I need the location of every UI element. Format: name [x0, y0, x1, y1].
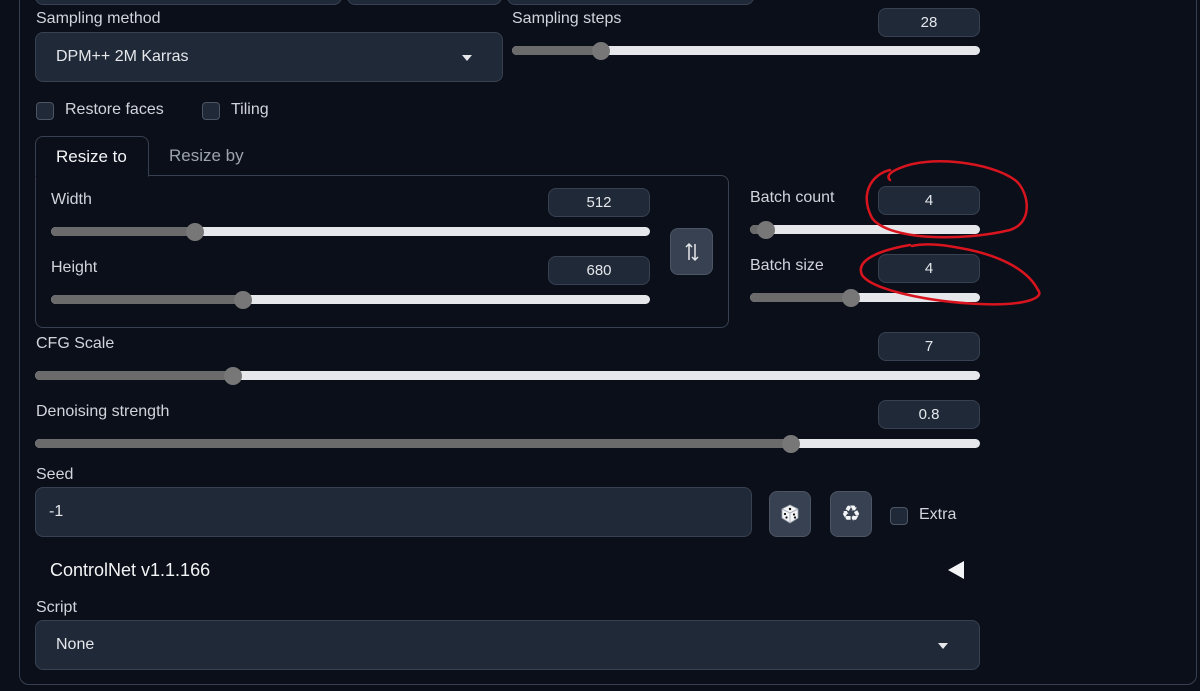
- tab-resize-by-label: Resize by: [169, 146, 244, 165]
- slider-fill: [35, 371, 234, 380]
- sampling-method-dropdown[interactable]: DPM++ 2M Karras: [35, 32, 503, 82]
- slider-thumb[interactable]: [185, 222, 204, 241]
- swap-vertical-icon: [684, 242, 699, 261]
- sampling-method-value: DPM++ 2M Karras: [56, 48, 189, 65]
- height-slider[interactable]: [51, 290, 650, 309]
- denoising-strength-input[interactable]: 0.8: [878, 400, 980, 429]
- width-input[interactable]: 512: [548, 188, 650, 217]
- script-value: None: [56, 636, 95, 653]
- cfg-scale-label: CFG Scale: [36, 335, 115, 352]
- restore-faces-checkbox[interactable]: [36, 102, 54, 120]
- annotation-circle-batch-size: [859, 243, 1041, 306]
- controlnet-title: ControlNet v1.1.166: [50, 560, 211, 580]
- seed-label: Seed: [36, 466, 74, 483]
- slider-thumb[interactable]: [757, 220, 776, 239]
- seed-value: -1: [49, 503, 64, 520]
- width-label: Width: [51, 191, 92, 208]
- restore-faces-label: Restore faces: [65, 101, 164, 118]
- tiling-label: Tiling: [231, 101, 269, 118]
- slider-thumb[interactable]: [782, 434, 800, 453]
- annotation-circle-batch-count: [865, 160, 1028, 239]
- red-annotation-circles: [859, 160, 1041, 306]
- cfg-scale-slider[interactable]: [35, 366, 980, 385]
- denoising-strength-label: Denoising strength: [36, 403, 170, 420]
- tiling-checkbox[interactable]: [202, 102, 220, 120]
- chevron-down-icon: [462, 55, 472, 61]
- generation-settings-panel: Sampling method DPM++ 2M Karras Sampling…: [0, 0, 1200, 691]
- batch-count-label: Batch count: [750, 189, 835, 206]
- sampling-steps-label: Sampling steps: [512, 10, 622, 27]
- controlnet-accordion-header[interactable]: ControlNet v1.1.166: [35, 550, 980, 590]
- extra-label: Extra: [919, 506, 957, 523]
- slider-fill: [51, 227, 195, 236]
- reuse-seed-button[interactable]: ♻: [830, 491, 872, 537]
- denoising-strength-slider[interactable]: [35, 434, 980, 453]
- swap-dimensions-button[interactable]: [670, 228, 713, 275]
- dice-icon: [781, 504, 799, 524]
- seed-input[interactable]: -1: [35, 487, 752, 537]
- tab-resize-to[interactable]: Resize to: [35, 136, 149, 177]
- slider-fill: [35, 439, 791, 448]
- extra-checkbox[interactable]: [890, 507, 908, 525]
- width-slider[interactable]: [51, 222, 650, 241]
- script-dropdown[interactable]: None: [35, 620, 980, 670]
- cfg-scale-input[interactable]: 7: [878, 332, 980, 361]
- chevron-down-icon: [938, 643, 948, 649]
- batch-size-label: Batch size: [750, 257, 824, 274]
- slider-fill: [512, 46, 601, 55]
- tab-resize-by[interactable]: Resize by: [150, 136, 264, 176]
- script-label: Script: [36, 599, 77, 616]
- sampling-method-label: Sampling method: [36, 10, 161, 27]
- sampling-steps-input[interactable]: 28: [878, 8, 980, 37]
- slider-thumb[interactable]: [591, 41, 610, 60]
- triangle-left-icon: [948, 561, 964, 579]
- sampling-steps-slider[interactable]: [512, 41, 980, 60]
- slider-thumb[interactable]: [224, 366, 243, 385]
- slider-fill: [51, 295, 243, 304]
- height-label: Height: [51, 259, 98, 276]
- slider-fill: [750, 293, 852, 302]
- tab-resize-to-label: Resize to: [56, 147, 127, 166]
- slider-thumb[interactable]: [233, 290, 252, 309]
- random-seed-button[interactable]: [769, 491, 811, 537]
- recycle-icon: ♻: [841, 501, 861, 526]
- height-input[interactable]: 680: [548, 256, 650, 285]
